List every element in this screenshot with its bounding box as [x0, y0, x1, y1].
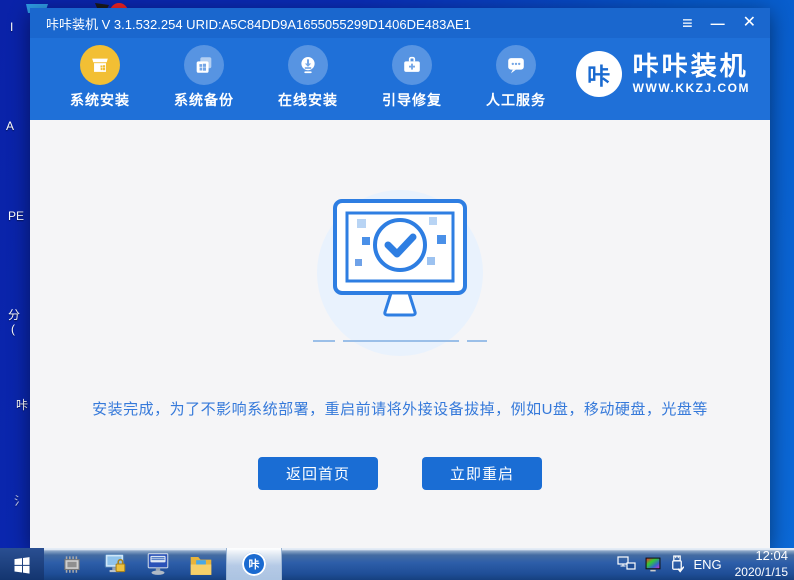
system-tray: ENG 12:04 2020/1/15	[617, 548, 794, 580]
nav-header: 系统安装 系统备份 在线安装	[30, 38, 770, 120]
support-chat-icon	[496, 45, 536, 85]
nav-item-label: 在线安装	[278, 90, 338, 110]
desktop-label-fragment: (	[11, 322, 15, 336]
display-color-icon[interactable]	[645, 557, 661, 572]
check-monitor-icon	[305, 193, 495, 353]
return-home-button[interactable]: 返回首页	[258, 457, 378, 490]
nav-item-label: 人工服务	[486, 90, 546, 110]
nav-item-system-backup[interactable]: 系统备份	[152, 45, 256, 110]
kaka-installer-window: 咔咔装机 V 3.1.532.254 URID:A5C84DD9A1655055…	[30, 8, 770, 548]
desktop-label-fragment: I	[10, 20, 13, 34]
nav-item-support-service[interactable]: 人工服务	[464, 45, 568, 110]
tray-time: 12:04	[735, 548, 788, 565]
taskbar-folder-icon[interactable]	[186, 548, 216, 580]
install-box-icon	[80, 45, 120, 85]
start-button[interactable]	[0, 548, 44, 580]
boot-repair-icon	[392, 45, 432, 85]
taskbar-kaka-app-button[interactable]: 咔	[226, 548, 282, 580]
brand-website: WWW.KKZJ.COM	[633, 81, 750, 95]
windows-logo-icon	[12, 554, 32, 574]
online-download-icon	[288, 45, 328, 85]
desktop-label-fragment: 咔	[16, 396, 28, 413]
clock[interactable]: 12:04 2020/1/15	[731, 548, 788, 580]
taskbar: 咔	[0, 548, 794, 580]
taskbar-memory-chip-icon[interactable]	[57, 548, 87, 580]
close-icon[interactable]: ✕	[743, 15, 756, 31]
window-title: 咔咔装机 V 3.1.532.254 URID:A5C84DD9A1655055…	[46, 14, 471, 33]
taskbar-screen-lock-icon[interactable]	[100, 548, 130, 580]
minimize-icon[interactable]: —	[711, 16, 725, 30]
main-content: 安装完成，为了不影响系统部署，重启前请将外接设备拔掉，例如U盘，移动硬盘，光盘等…	[30, 120, 770, 548]
menu-icon[interactable]: ≡	[682, 14, 693, 32]
desktop-label-fragment: A	[6, 119, 14, 133]
taskbar-system-keyboard-icon[interactable]	[143, 548, 173, 580]
nav-item-label: 系统安装	[70, 90, 130, 110]
kaka-logo-icon: 咔	[576, 51, 622, 97]
brand-logo: 咔 咔咔装机 WWW.KKZJ.COM	[576, 45, 760, 97]
completion-message: 安装完成，为了不影响系统部署，重启前请将外接设备拔掉，例如U盘，移动硬盘，光盘等	[30, 398, 770, 419]
titlebar: 咔咔装机 V 3.1.532.254 URID:A5C84DD9A1655055…	[30, 8, 770, 38]
tray-date: 2020/1/15	[735, 565, 788, 580]
desktop-label-fragment: PE	[8, 209, 24, 223]
usb-eject-icon[interactable]	[670, 555, 684, 573]
nav-item-label: 系统备份	[174, 90, 234, 110]
success-monitor-illustration	[317, 190, 483, 356]
restart-now-button[interactable]: 立即重启	[422, 457, 542, 490]
brand-name: 咔咔装机	[633, 53, 750, 79]
nav-item-boot-repair[interactable]: 引导修复	[360, 45, 464, 110]
backup-windows-icon	[184, 45, 224, 85]
desktop-label-fragment: 分	[8, 306, 20, 323]
kaka-app-icon: 咔	[242, 552, 266, 576]
nav-item-online-install[interactable]: 在线安装	[256, 45, 360, 110]
nav-item-label: 引导修复	[382, 90, 442, 110]
nav-item-system-install[interactable]: 系统安装	[48, 45, 152, 110]
language-indicator[interactable]: ENG	[693, 557, 721, 572]
desktop-label-fragment: 氵	[14, 492, 26, 509]
network-icon[interactable]	[617, 556, 636, 572]
